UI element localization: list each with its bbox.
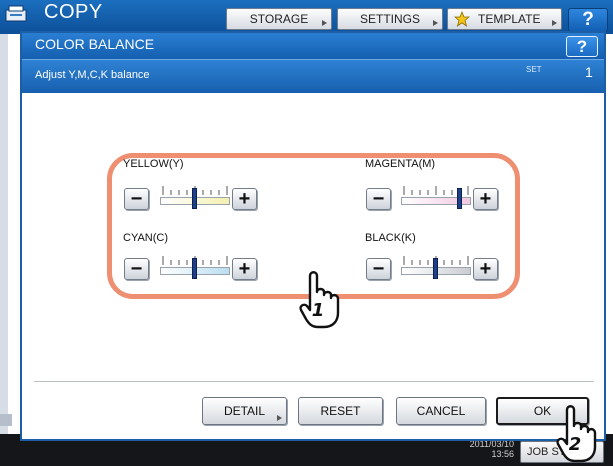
- detail-button-label: DETAIL: [223, 404, 266, 418]
- background-panel-marker: [0, 414, 12, 426]
- black-label: BLACK(K): [365, 232, 416, 244]
- tab-template-label: TEMPLATE: [478, 12, 541, 26]
- arrow-right-icon: [277, 415, 282, 421]
- cyan-minus-button[interactable]: −: [124, 258, 149, 280]
- tab-template[interactable]: TEMPLATE: [447, 8, 562, 30]
- detail-button[interactable]: DETAIL: [202, 397, 287, 425]
- help-button[interactable]: ?: [568, 8, 608, 32]
- tab-settings-label: SETTINGS: [359, 12, 420, 26]
- minus-icon: −: [372, 258, 385, 280]
- reset-button[interactable]: RESET: [298, 397, 383, 425]
- minus-icon: −: [130, 188, 143, 210]
- copier-icon: [5, 5, 27, 22]
- slider-thumb[interactable]: [191, 258, 197, 279]
- slider-thumb[interactable]: [456, 188, 462, 209]
- tab-settings[interactable]: SETTINGS: [337, 8, 443, 30]
- star-icon: [454, 11, 470, 27]
- color-balance-dialog: COLOR BALANCE ? Adjust Y,M,C,K balance S…: [20, 31, 606, 441]
- dialog-header: COLOR BALANCE ?: [22, 33, 604, 59]
- minus-icon: −: [372, 188, 385, 210]
- instruction-text: Adjust Y,M,C,K balance: [35, 69, 150, 81]
- cyan-label: CYAN(C): [123, 232, 169, 244]
- callout-number-1: 1: [312, 300, 325, 321]
- pointing-hand-icon: 1: [299, 271, 340, 329]
- arrow-right-icon: [433, 20, 438, 26]
- arrow-right-icon: [552, 20, 557, 26]
- arrow-right-icon: [322, 20, 327, 26]
- set-label: SET: [526, 65, 542, 74]
- button-divider: [34, 381, 594, 382]
- yellow-label: YELLOW(Y): [123, 158, 184, 170]
- date-time: 2011/03/10 13:56: [469, 439, 514, 459]
- tab-storage-label: STORAGE: [249, 12, 309, 26]
- cyan-plus-button[interactable]: +: [232, 258, 257, 280]
- minus-icon: −: [130, 258, 143, 280]
- black-plus-button[interactable]: +: [473, 258, 498, 280]
- slider-thumb[interactable]: [432, 258, 438, 279]
- app-title: COPY: [44, 1, 103, 23]
- dialog-instruction-bar: Adjust Y,M,C,K balance SET 1: [22, 59, 604, 93]
- plus-icon: +: [479, 188, 492, 210]
- magenta-slider[interactable]: [401, 186, 471, 210]
- callout-number-2: 2: [569, 434, 582, 455]
- yellow-slider[interactable]: [160, 186, 230, 210]
- plus-icon: +: [238, 188, 251, 210]
- plus-icon: +: [238, 258, 251, 280]
- tab-storage[interactable]: STORAGE: [226, 8, 332, 30]
- cyan-slider[interactable]: [160, 256, 230, 280]
- black-slider[interactable]: [401, 256, 471, 280]
- yellow-plus-button[interactable]: +: [232, 188, 257, 210]
- magenta-label: MAGENTA(M): [365, 158, 436, 170]
- black-minus-button[interactable]: −: [366, 258, 391, 280]
- magenta-plus-button[interactable]: +: [473, 188, 498, 210]
- dialog-title: COLOR BALANCE: [35, 36, 155, 52]
- slider-thumb[interactable]: [191, 188, 197, 209]
- set-number: 1: [585, 64, 593, 80]
- background-left-panel: [0, 34, 8, 454]
- dialog-help-button[interactable]: ?: [566, 36, 598, 57]
- yellow-minus-button[interactable]: −: [124, 188, 149, 210]
- magenta-minus-button[interactable]: −: [366, 188, 391, 210]
- pointing-hand-icon: 2: [556, 405, 597, 463]
- cancel-button[interactable]: CANCEL: [396, 397, 486, 425]
- plus-icon: +: [479, 258, 492, 280]
